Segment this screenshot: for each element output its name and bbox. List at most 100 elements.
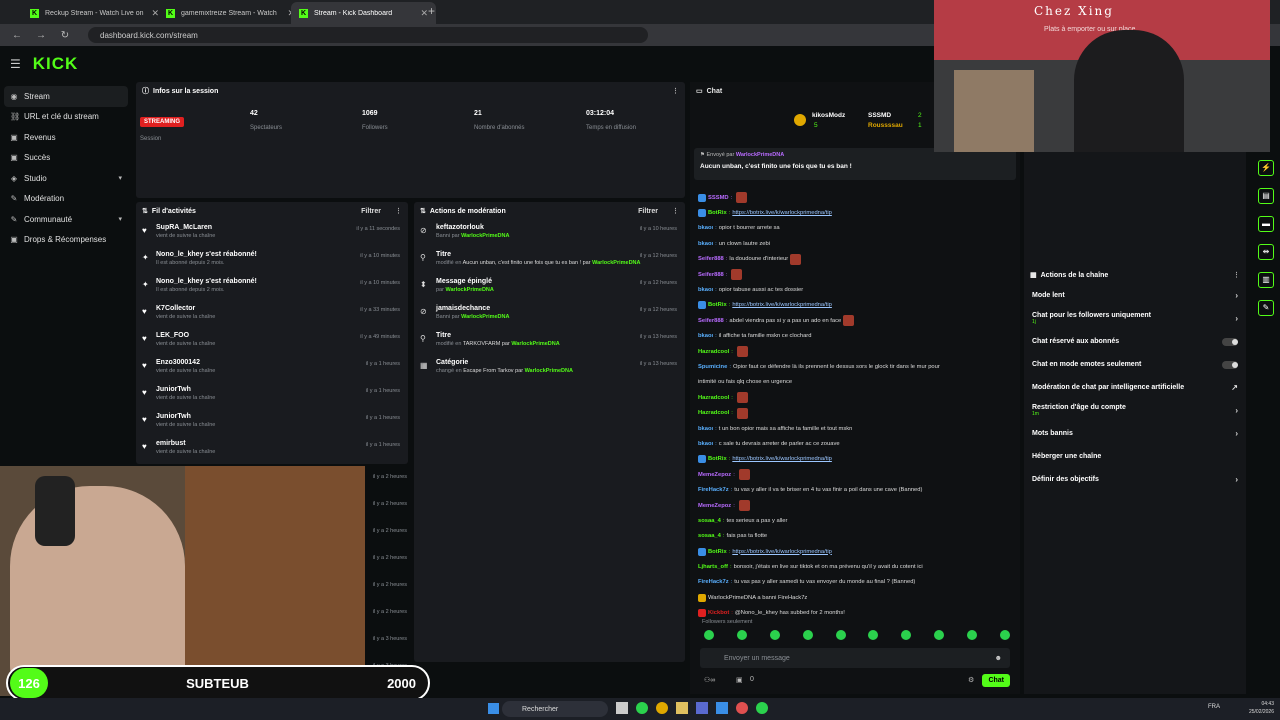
chat-username[interactable]: sosaa_4	[698, 533, 721, 539]
chat-message[interactable]: bkaoı: t un bon opior mais sa affiche ta …	[698, 421, 1010, 436]
moderation-item[interactable]: ⚲ Titre modifié en TARKOVFARM par WarlockP…	[414, 328, 685, 355]
chat-username[interactable]: bkaoı	[698, 287, 713, 293]
chat-message[interactable]: Spumicine: Opior faut ce défendre là ils …	[698, 359, 1010, 374]
bolt-icon[interactable]: ⚡	[1258, 160, 1274, 176]
chat-username[interactable]: Hazradcool	[698, 410, 729, 416]
chat-username[interactable]: BotRix	[708, 549, 727, 555]
more-options-icon[interactable]: ⋮	[1233, 271, 1240, 279]
emote-button[interactable]	[835, 630, 846, 640]
sidebar-item-moderation[interactable]: ✎ Modération	[0, 189, 132, 210]
moderation-item-by[interactable]: WarlockPrimeDNA	[461, 314, 509, 320]
app-icon[interactable]	[756, 702, 768, 714]
feed-item[interactable]: ♥ Enzo3000142 vient de suivre la chaîne il …	[136, 355, 408, 382]
moderation-item[interactable]: ⚲ Titre modifié en Aucun unban, c'est fini…	[414, 247, 685, 274]
chat-link[interactable]: https://botrix.live/k/warlockprimedna/ti…	[732, 549, 832, 555]
channel-action-item[interactable]: Chat réservé aux abonnés	[1024, 330, 1246, 353]
forward-icon[interactable]: →	[34, 30, 48, 41]
filter-button[interactable]: Filtrer	[638, 208, 658, 215]
chat-username[interactable]: BotRix	[708, 210, 727, 216]
chevron-right-icon[interactable]: ›	[1235, 314, 1238, 323]
chat-username[interactable]: Ljharts_off	[698, 564, 728, 570]
chat-username[interactable]: Seifer888	[698, 272, 724, 278]
chat-username[interactable]: Seifer888	[698, 256, 724, 262]
feed-item[interactable]: ♥ K7Collector vient de suivre la chaîne il …	[136, 301, 408, 328]
toggle-switch[interactable]	[1222, 360, 1238, 369]
chat-message[interactable]: bkaoı: il affiche ta famille mskn ce cloc…	[698, 329, 1010, 344]
chat-username[interactable]: BotRix	[708, 302, 727, 308]
feed-item[interactable]: ♥ JuniorTwh vient de suivre la chaîne il y …	[136, 409, 408, 436]
emote-button[interactable]	[704, 630, 714, 640]
chat-message[interactable]: FireHack7z: tu vas y aller il va te brise…	[698, 482, 1010, 497]
feed-item[interactable]: ♥ emirbust vient de suivre la chaîne il y a…	[136, 436, 408, 463]
chat-link[interactable]: https://botrix.live/k/warlockprimedna/ti…	[732, 302, 832, 308]
chat-username[interactable]: FireHack7z	[698, 487, 729, 493]
chat-message[interactable]: FireHack7z: tu vas pas y aller samedi tu …	[698, 575, 1010, 590]
chevron-right-icon[interactable]: ›	[1235, 291, 1238, 300]
folder-icon[interactable]	[676, 702, 688, 714]
document-icon[interactable]: ▤	[1258, 188, 1274, 204]
chat-message[interactable]: bkaoı: opior t bourrer arrete sa	[698, 221, 1010, 236]
split-icon[interactable]: ⇹	[1258, 244, 1274, 260]
emote-button[interactable]	[934, 630, 945, 640]
gift-icon[interactable]: ▣	[736, 676, 743, 684]
chat-username[interactable]: bkaoı	[698, 426, 713, 432]
chat-message[interactable]: BotRix: https://botrix.live/k/warlockprim…	[698, 452, 1010, 467]
sidebar-item-drops[interactable]: ▣ Drops & Récompenses	[0, 230, 132, 251]
gifter-name[interactable]: kikosModz	[812, 112, 845, 119]
channel-action-item[interactable]: Restriction d'âge du compte 1m ›	[1024, 399, 1246, 422]
chat-message[interactable]: sosaa_4: fais pas ta flotte	[698, 529, 1010, 544]
feed-item[interactable]: ♥ SupRA_McLaren vient de suivre la chaîne i…	[136, 220, 408, 247]
more-options-icon[interactable]: ⋮	[672, 87, 679, 95]
chrome-icon[interactable]	[656, 702, 668, 714]
moderation-item-by[interactable]: WarlockPrimeDNA	[511, 341, 559, 347]
chat-username[interactable]: SSSMD	[708, 195, 729, 201]
viewers-icon[interactable]: ⚇∞	[704, 676, 715, 684]
chat-message[interactable]: Seifer888:	[698, 267, 1010, 282]
browser-tab-active[interactable]: K Stream - Kick Dashboard ✕	[291, 2, 436, 24]
chat-username[interactable]: Hazradcool	[698, 395, 729, 401]
sidebar-item-succes[interactable]: ▣ Succès	[0, 148, 132, 169]
chat-message[interactable]: WarlockPrimeDNA a banni FireHack7z	[698, 590, 1010, 605]
emote-button[interactable]	[802, 630, 813, 640]
gifter-name[interactable]: SSSMD	[868, 112, 891, 119]
moderation-item-by[interactable]: WarlockPrimeDNA	[445, 287, 493, 293]
chat-username[interactable]: bkaoı	[698, 333, 713, 339]
emote-button[interactable]	[769, 630, 780, 640]
chat-message[interactable]: bkaoı: opior tabuse aussi ac tes dossier	[698, 282, 1010, 297]
moderation-item-by[interactable]: WarlockPrimeDNA	[525, 368, 573, 374]
sidebar-item-stream-url[interactable]: ⛓ URL et clé du stream	[0, 107, 132, 128]
chat-username[interactable]: bkaoı	[698, 225, 713, 231]
chat-message[interactable]: Hazradcool:	[698, 390, 1010, 405]
kick-logo[interactable]: KICK	[33, 54, 79, 74]
discord-icon[interactable]	[696, 702, 708, 714]
chat-username[interactable]: FireHack7z	[698, 579, 729, 585]
channel-action-item[interactable]: Mode lent ›	[1024, 284, 1246, 307]
chat-username[interactable]: bkaoı	[698, 441, 713, 447]
channel-action-item[interactable]: Modération de chat par intelligence arti…	[1024, 376, 1246, 399]
chat-message[interactable]: Hazradcool:	[698, 405, 1010, 420]
chat-message[interactable]: BotRix: https://botrix.live/k/warlockprim…	[698, 205, 1010, 220]
chat-message[interactable]: MemeZepoz:	[698, 467, 1010, 482]
spotify-icon[interactable]	[636, 702, 648, 714]
language-indicator[interactable]: FRA	[1208, 704, 1220, 710]
chat-username[interactable]: Kickbot	[708, 610, 729, 616]
emote-button[interactable]	[999, 630, 1010, 640]
chat-username[interactable]: Spumicine	[698, 364, 727, 370]
chat-message[interactable]: bkaoı: un clown lautre zebi	[698, 236, 1010, 251]
emote-button[interactable]	[967, 630, 977, 640]
chat-message[interactable]: Seifer888: abdel viendra pas si y a pas u…	[698, 313, 1010, 328]
sidebar-item-revenus[interactable]: ▣ Revenus	[0, 127, 132, 148]
chat-username[interactable]: sosaa_4	[698, 518, 721, 524]
taskbar-clock[interactable]: 04:43 25/02/2026	[1249, 700, 1274, 716]
wrench-icon[interactable]: ✎	[1258, 300, 1274, 316]
emote-button[interactable]	[901, 630, 912, 640]
more-options-icon[interactable]: ⋮	[672, 207, 679, 215]
chat-username[interactable]: bkaoı	[698, 241, 713, 247]
channel-action-item[interactable]: Définir des objectifs ›	[1024, 468, 1246, 491]
sidebar-item-communaute[interactable]: ✎ Communauté ▾	[0, 209, 132, 230]
url-field[interactable]: dashboard.kick.com/stream	[88, 27, 648, 43]
close-tab-icon[interactable]: ✕	[420, 8, 428, 19]
emote-button[interactable]	[868, 630, 879, 640]
emoji-icon[interactable]: ☻	[995, 655, 1002, 662]
moderation-item[interactable]: ⊘ keftazotorlouk Banni par WarlockPrimeDNA…	[414, 220, 685, 247]
